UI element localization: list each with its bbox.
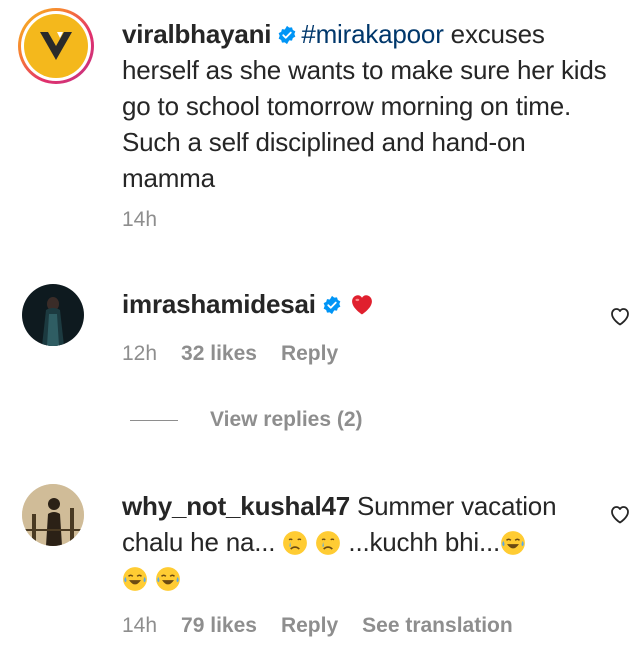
tears-of-joy-icon: [156, 567, 180, 591]
caption-text: viralbhayani #mirakapoor excuses herself …: [122, 16, 622, 196]
comment-username[interactable]: imrashamidesai: [122, 289, 316, 319]
comment-text: imrashamidesai: [122, 286, 376, 322]
crying-face-icon: [283, 531, 308, 555]
comment-body-part-b: ...kuchh bhi...: [341, 527, 501, 557]
view-replies-divider: [130, 419, 178, 421]
comments-section: viralbhayani #mirakapoor excuses herself …: [0, 0, 640, 662]
comment-like-heart-icon[interactable]: [608, 304, 632, 328]
reply-button[interactable]: Reply: [281, 342, 338, 366]
avatar-why-not-kushal47[interactable]: [22, 484, 84, 546]
caption-meta: 14h: [122, 208, 157, 232]
view-replies-label: View replies (2): [210, 408, 363, 431]
comment-text: why_not_kushal47 Summer vacation chalu h…: [122, 488, 592, 596]
caption-username[interactable]: viralbhayani: [122, 19, 272, 49]
comment-meta: 14h 79 likes Reply See translation: [122, 614, 513, 638]
viral-logo-icon: [24, 14, 88, 78]
verified-badge-icon: [323, 295, 341, 315]
comment-like-heart-icon[interactable]: [608, 502, 632, 526]
comment-likes[interactable]: 79 likes: [181, 614, 257, 638]
caption-time: 14h: [122, 208, 158, 231]
hashtag-link[interactable]: #mirakapoor: [301, 19, 444, 49]
verified-badge-icon: [279, 25, 296, 45]
comment-likes[interactable]: 32 likes: [181, 342, 257, 366]
red-heart-icon: [351, 295, 372, 315]
tears-of-joy-icon: [123, 567, 147, 591]
comment-time: 12h: [122, 342, 158, 365]
tears-of-joy-icon: [501, 531, 525, 555]
avatar-imrashamidesai[interactable]: [22, 284, 84, 346]
caption-avatar[interactable]: [18, 8, 94, 84]
crying-face-icon: [316, 531, 341, 555]
see-translation-button[interactable]: See translation: [362, 614, 513, 638]
comment-time: 14h: [122, 614, 158, 637]
comment-username[interactable]: why_not_kushal47: [122, 491, 350, 521]
reply-button[interactable]: Reply: [281, 614, 338, 638]
view-replies-button[interactable]: View replies (2): [130, 408, 363, 432]
comment-meta: 12h 32 likes Reply: [122, 342, 338, 366]
